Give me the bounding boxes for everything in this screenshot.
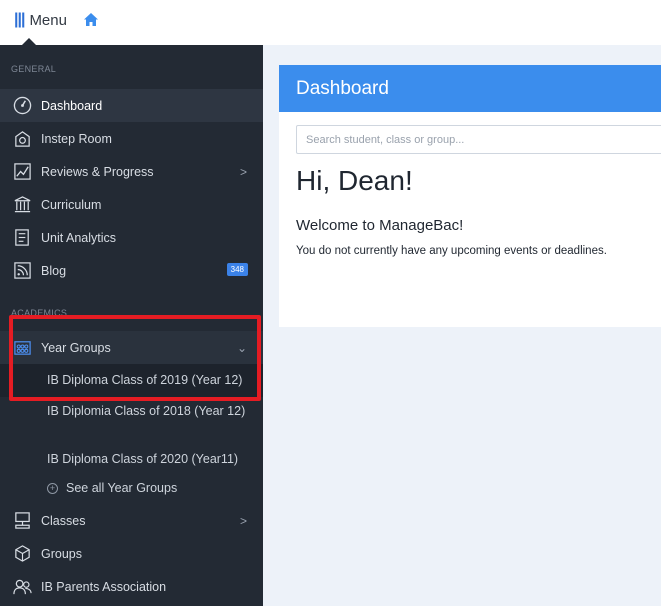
blog-count-badge: 348	[226, 263, 248, 276]
sidebar-item-groups[interactable]: Groups	[0, 537, 263, 570]
dashboard-gauge-icon	[13, 96, 32, 115]
sidebar-item-label: Instep Room	[41, 131, 112, 146]
home-icon[interactable]	[83, 12, 99, 28]
menu-label: Menu	[29, 11, 67, 29]
curriculum-building-icon	[14, 196, 31, 213]
sidebar-item-dashboard[interactable]: Dashboard	[0, 89, 263, 122]
no-events-text: You do not currently have any upcoming e…	[296, 245, 607, 257]
parents-association-icon	[13, 579, 32, 595]
menu-icon: |||	[14, 11, 25, 28]
sidebar-item-label: Unit Analytics	[41, 230, 117, 245]
sidebar-item-blog[interactable]: Blog 348	[0, 254, 263, 287]
welcome-message: Welcome to ManageBac!	[296, 217, 464, 234]
sidebar-item-label: Reviews & Progress	[41, 164, 154, 179]
sidebar-item-instep-room[interactable]: Instep Room	[0, 122, 263, 155]
sidebar-item-label: IB Parents Association	[41, 579, 167, 594]
see-all-year-groups-link[interactable]: + See all Year Groups	[47, 481, 177, 495]
see-all-label: See all Year Groups	[66, 481, 178, 495]
sidebar-item-label: Blog	[41, 263, 67, 278]
year-group-item-2018[interactable]: IB Diplomia Class of 2018 (Year 12)	[0, 402, 263, 420]
panel-title: Dashboard	[279, 65, 661, 112]
blog-icon	[14, 262, 31, 279]
main-content: Dashboard Hi, Dean! Welcome to ManageBac…	[263, 45, 661, 606]
sidebar-item-unit-analytics[interactable]: Unit Analytics	[0, 221, 263, 254]
sidebar-item-reviews-progress[interactable]: Reviews & Progress >	[0, 155, 263, 188]
groups-icon	[15, 545, 30, 562]
top-bar: ||| Menu	[0, 0, 661, 46]
greeting-heading: Hi, Dean!	[296, 165, 413, 196]
sidebar-item-curriculum[interactable]: Curriculum	[0, 188, 263, 221]
menu-button[interactable]: ||| Menu	[14, 11, 67, 29]
progress-chart-icon	[14, 163, 31, 180]
year-group-item-2020[interactable]: IB Diploma Class of 2020 (Year11)	[0, 450, 263, 468]
unit-analytics-icon	[15, 229, 29, 246]
sidebar-item-classes[interactable]: Classes >	[0, 504, 263, 537]
chevron-right-icon: >	[239, 164, 247, 179]
section-label-general: GENERAL	[11, 64, 57, 74]
sidebar-item-label: Groups	[41, 546, 82, 561]
chevron-right-icon: >	[239, 513, 247, 528]
plus-circle-icon: +	[47, 482, 58, 494]
classes-icon	[15, 512, 30, 529]
sidebar-item-ib-parents-association[interactable]: IB Parents Association	[0, 570, 263, 603]
search-input[interactable]	[296, 125, 661, 154]
sidebar-item-label: Curriculum	[41, 197, 102, 212]
dashboard-panel: Dashboard Hi, Dean! Welcome to ManageBac…	[279, 65, 661, 327]
sidebar-item-label: Dashboard	[41, 98, 103, 113]
sidebar-item-label: Classes	[41, 513, 86, 528]
instep-room-icon	[15, 131, 30, 147]
highlight-annotation-box	[9, 315, 261, 401]
